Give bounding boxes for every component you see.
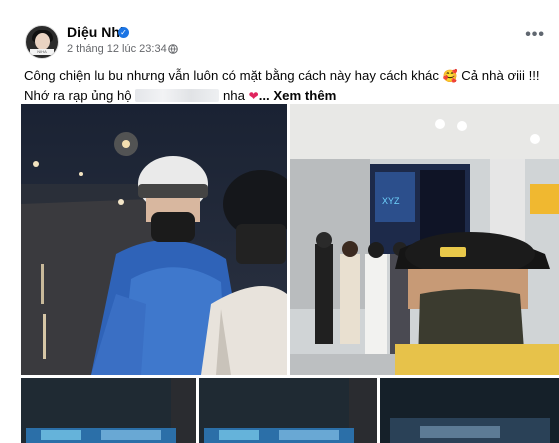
blurred-text [135,89,220,102]
caption-text-3: nha [222,88,245,103]
motorbike-selfie-image [21,104,287,375]
post-timestamp[interactable]: 2 tháng 12 lúc 23:34 · [67,43,173,55]
photo-screen-2[interactable] [199,378,377,443]
author-avatar[interactable]: NIHA [25,25,59,59]
smiling-hearts-emoji-icon: 🥰 [442,69,458,83]
post-caption: Công chiện lu bu nhưng vẫn luôn có mặt b… [24,66,544,106]
photo-cinema-lobby-selfie[interactable]: XYZ [290,104,559,375]
author-name[interactable]: Diệu Nhi [67,24,124,40]
see-more-link[interactable]: ... Xem thêm [259,88,337,103]
screen-2-image [199,378,377,443]
avatar-face [35,33,50,50]
screen-1-image [21,378,196,443]
post-card: NIHA Diệu Nhi ✓ 2 tháng 12 lúc 23:34 · •… [0,0,559,443]
more-options-icon[interactable]: ••• [525,27,545,43]
globe-icon [168,44,178,54]
avatar-label: NIHA [30,49,54,55]
photo-screen-3[interactable] [380,378,559,443]
verified-badge-icon: ✓ [118,27,129,38]
caption-text-1: Công chiện lu bu nhưng vẫn luôn có mặt b… [24,68,439,83]
cinema-lobby-image: XYZ [290,104,559,375]
red-heart-icon: ❤ [248,89,259,103]
svg-text:XYZ: XYZ [382,196,400,206]
photo-screen-1[interactable] [21,378,196,443]
photo-motorbike-selfie[interactable] [21,104,287,375]
screen-3-image [380,378,559,443]
